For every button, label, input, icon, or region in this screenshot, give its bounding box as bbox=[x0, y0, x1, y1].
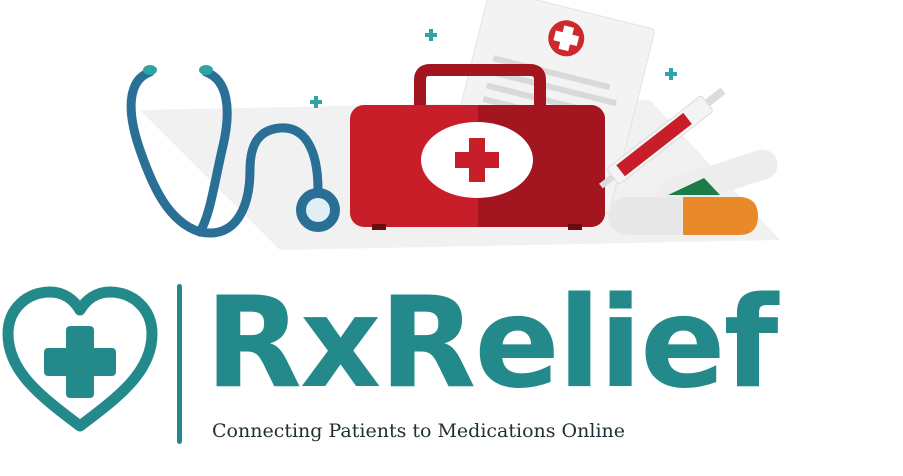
brand-name: RxRelief bbox=[205, 269, 778, 416]
brand-tagline: Connecting Patients to Medications Onlin… bbox=[212, 420, 626, 442]
brand-logo: RxRelief Connecting Patients to Medicati… bbox=[0, 268, 903, 476]
stethoscope-earpiece bbox=[199, 65, 213, 75]
medical-illustration bbox=[126, 0, 780, 250]
stethoscope-earpiece bbox=[143, 65, 157, 75]
heart-cross-icon bbox=[2, 286, 158, 432]
logo-divider bbox=[177, 284, 182, 444]
